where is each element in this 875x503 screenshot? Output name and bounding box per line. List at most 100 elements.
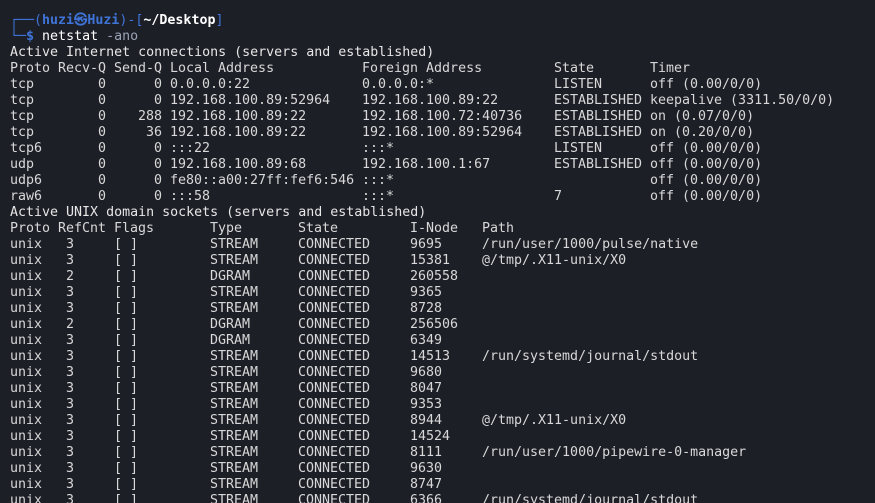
inet-cell-foreign-address: 192.168.100.72:40736 [362, 109, 523, 124]
unix-row: unix 3 [ ] STREAM CONNECTED 9353 [10, 397, 442, 413]
unix-cell-proto: unix [10, 413, 43, 428]
unix-row: unix 3 [ ] STREAM CONNECTED 6366/run/systemd/… [10, 493, 698, 503]
unix-header-path: Path [482, 221, 515, 236]
unix-cell-type: STREAM [210, 253, 259, 268]
inet-header-state: State [554, 61, 595, 76]
unix-row: unix 3 [ ] STREAM CONNECTED 9630 [10, 461, 442, 477]
inet-row: tcp 0 36 192.168.100.89:22 192.168.100.89:52… [10, 125, 754, 141]
unix-cell-refcnt: 3 [66, 381, 75, 396]
unix-cell-state: CONNECTED [298, 381, 371, 396]
inet-row: tcp 0 0 0.0.0.0:22 0.0.0.0:* LISTEN off (0.00/… [10, 77, 762, 93]
unix-cell-type: STREAM [210, 301, 259, 316]
unix-cell-state: CONNECTED [298, 285, 371, 300]
unix-cell-inode: 9695 [410, 237, 443, 252]
inet-cell-timer: off (0.00/0/0) [650, 157, 763, 172]
unix-row: unix 3 [ ] STREAM CONNECTED 9365 [10, 285, 442, 301]
inet-cell-timer: keepalive (3311.50/0/0) [650, 93, 835, 108]
inet-row: raw6 0 0:::58:::* 7 off (0.00/0/0) [10, 189, 762, 205]
unix-cell-flags: [ ] [114, 461, 139, 476]
unix-cell-proto: unix [10, 461, 43, 476]
unix-cell-proto: unix [10, 493, 43, 503]
unix-cell-proto: unix [10, 301, 43, 316]
unix-cell-refcnt: 3 [66, 253, 75, 268]
unix-cell-inode: 9353 [410, 397, 443, 412]
unix-cell-inode: 260558 [410, 269, 459, 284]
unix-cell-flags: [ ] [114, 429, 139, 444]
unix-cell-proto: unix [10, 365, 43, 380]
inet-cell-state: ESTABLISHED [554, 125, 643, 140]
unix-header-refcnt: RefCnt [58, 221, 107, 236]
unix-cell-inode: 14513 [410, 349, 451, 364]
inet-cell-foreign-address: :::* [362, 173, 395, 188]
inet-cell-recvq: 0 [97, 109, 106, 124]
unix-header-state: State [298, 221, 339, 236]
unix-cell-path: /run/user/1000/pipewire-0-manager [482, 445, 747, 460]
inet-cell-timer: off (0.00/0/0) [650, 173, 763, 188]
unix-cell-type: STREAM [210, 381, 259, 396]
unix-row: unix 3 [ ] STREAM CONNECTED 15381 @/tmp/.X11-u… [10, 253, 626, 269]
command-line[interactable]: └─$ netstat -ano [10, 29, 138, 45]
unix-cell-path: @/tmp/.X11-unix/X0 [482, 413, 627, 428]
unix-cell-proto: unix [10, 445, 43, 460]
unix-cell-flags: [ ] [114, 445, 139, 460]
inet-header-proto: Proto [10, 61, 51, 76]
unix-cell-refcnt: 3 [66, 429, 75, 444]
unix-cell-state: CONNECTED [298, 317, 371, 332]
unix-header-type: Type [210, 221, 243, 236]
unix-cell-inode: 8728 [410, 301, 443, 316]
unix-cell-flags: [ ] [114, 237, 139, 252]
unix-cell-flags: [ ] [114, 317, 139, 332]
unix-row: unix 3 [ ] STREAM CONNECTED 9680 [10, 365, 442, 381]
unix-cell-refcnt: 3 [66, 301, 75, 316]
inet-cell-state: LISTEN [554, 77, 603, 92]
inet-cell-sendq: 0 [153, 157, 162, 172]
unix-cell-proto: unix [10, 397, 43, 412]
inet-cell-timer: on (0.20/0/0) [650, 125, 755, 140]
inet-cell-local-address: 0.0.0.0:22 [170, 77, 251, 92]
unix-cell-proto: unix [10, 269, 43, 284]
inet-cell-recvq: 0 [97, 173, 106, 188]
inet-header-foreign: Foreign Address [362, 61, 483, 76]
inet-row: tcp6 0 0:::22:::* LISTEN off (0.00/0/0) [10, 141, 762, 157]
unix-cell-type: STREAM [210, 349, 259, 364]
unix-rows: unix 3 [ ] STREAM CONNECTED 9695/run/user/100… [10, 237, 746, 503]
inet-cell-foreign-address: :::* [362, 189, 395, 204]
inet-cell-proto: tcp [10, 93, 35, 108]
unix-cell-refcnt: 2 [66, 317, 75, 332]
prompt-user-host: huzi㉿Huzi [42, 13, 120, 28]
inet-header-row: Proto Recv-Q Send-Q Local Address Foreig… [10, 61, 690, 77]
unix-cell-inode: 9365 [410, 285, 443, 300]
inet-cell-state: ESTABLISHED [554, 109, 643, 124]
inet-cell-local-address: 192.168.100.89:52964 [170, 93, 331, 108]
unix-row: unix 3 [ ] STREAM CONNECTED 8111/run/user/100… [10, 445, 746, 461]
unix-cell-refcnt: 3 [66, 333, 75, 348]
unix-cell-type: STREAM [210, 397, 259, 412]
unix-cell-type: STREAM [210, 445, 259, 460]
inet-cell-sendq: 0 [153, 93, 162, 108]
unix-cell-proto: unix [10, 381, 43, 396]
unix-cell-proto: unix [10, 429, 43, 444]
unix-cell-flags: [ ] [114, 349, 139, 364]
unix-cell-state: CONNECTED [298, 413, 371, 428]
inet-cell-foreign-address: 0.0.0.0:* [362, 77, 435, 92]
unix-cell-flags: [ ] [114, 285, 139, 300]
unix-cell-inode: 256506 [410, 317, 459, 332]
inet-cell-sendq: 0 [153, 189, 162, 204]
unix-cell-type: STREAM [210, 461, 259, 476]
unix-cell-state: CONNECTED [298, 445, 371, 460]
inet-cell-proto: tcp6 [10, 141, 43, 156]
inet-row: udp 0 0 192.168.100.89:68 192.168.100.1:67 ES… [10, 157, 762, 173]
inet-cell-local-address: fe80::a00:27ff:fef6:546 [170, 173, 355, 188]
unix-cell-proto: unix [10, 253, 43, 268]
inet-cell-local-address: 192.168.100.89:22 [170, 125, 307, 140]
unix-row: unix 2 [ ] DGRAM CONNECTED 256506 [10, 317, 458, 333]
terminal-window[interactable]: ┌──(huzi㉿Huzi)-[~/Desktop] └─$ netstat -… [0, 0, 875, 503]
command-args: -ano [106, 29, 139, 44]
inet-cell-local-address: 192.168.100.89:68 [170, 157, 307, 172]
unix-cell-path: /run/systemd/journal/stdout [482, 493, 699, 503]
inet-header-timer: Timer [650, 61, 691, 76]
unix-cell-refcnt: 3 [66, 477, 75, 492]
unix-row: unix 3 [ ] STREAM CONNECTED 8728 [10, 301, 442, 317]
prompt-line: ┌──(huzi㉿Huzi)-[~/Desktop] [10, 13, 223, 29]
unix-cell-inode: 9680 [410, 365, 443, 380]
